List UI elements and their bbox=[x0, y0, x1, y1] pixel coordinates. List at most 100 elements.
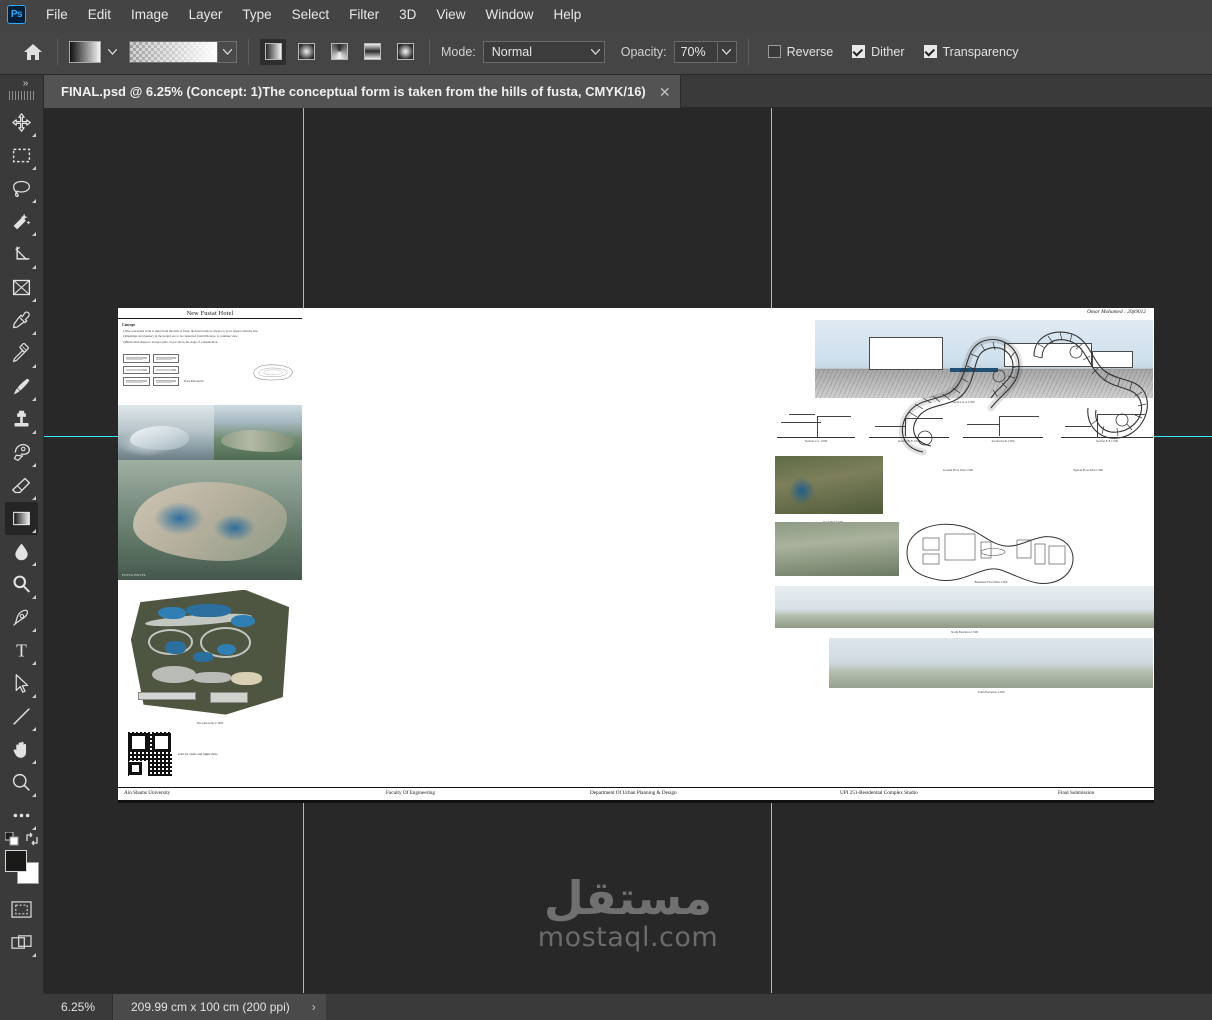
footer-submission: Final Submission bbox=[1058, 790, 1095, 796]
swap-colors-icon[interactable] bbox=[25, 832, 39, 846]
blend-mode-label: Mode: bbox=[441, 44, 476, 59]
dither-checkbox[interactable]: Dither bbox=[852, 45, 905, 59]
menu-window[interactable]: Window bbox=[475, 3, 543, 26]
chevron-right-icon[interactable]: › bbox=[312, 1000, 316, 1014]
zoom-tool[interactable] bbox=[5, 766, 38, 799]
concept-heading: Concept bbox=[122, 323, 135, 327]
history-brush-tool[interactable] bbox=[5, 436, 38, 469]
menu-select[interactable]: Select bbox=[282, 3, 340, 26]
ground-floor-plan-diagram bbox=[898, 336, 1023, 456]
plan-caption: Ground Floor Plan 1:500 bbox=[942, 468, 974, 472]
menu-help[interactable]: Help bbox=[543, 3, 591, 26]
panel-drag-handle[interactable] bbox=[8, 91, 35, 100]
toolbar-bottom-filler bbox=[0, 993, 44, 1020]
board-footer: Ain Shams University Faculty Of Engineer… bbox=[118, 787, 1154, 803]
eraser-tool[interactable] bbox=[5, 469, 38, 502]
section-caption: Section C-C 1:500 bbox=[804, 439, 828, 443]
gradient-type-group bbox=[260, 38, 418, 65]
hills-sketch-icon bbox=[253, 364, 293, 381]
svg-text:T: T bbox=[16, 641, 27, 661]
eyedropper-tool[interactable] bbox=[5, 304, 38, 337]
footer-university: Ain Shams University bbox=[124, 790, 171, 796]
blend-mode-value: Normal bbox=[491, 44, 533, 59]
close-icon[interactable]: ✕ bbox=[658, 85, 672, 99]
lasso-tool[interactable] bbox=[5, 172, 38, 205]
gradient-preset-picker[interactable] bbox=[129, 40, 237, 63]
divider bbox=[747, 38, 749, 65]
transparency-checkbox[interactable]: Transparency bbox=[923, 45, 1018, 59]
rectangular-marquee-tool[interactable] bbox=[5, 139, 38, 172]
blend-mode-select[interactable]: Normal bbox=[482, 40, 605, 63]
gradient-editor-swatch[interactable] bbox=[69, 40, 101, 63]
default-colors-icon[interactable] bbox=[4, 831, 19, 846]
artboard[interactable]: New Fustat Hotel Concept 1)The conceptua… bbox=[118, 308, 1154, 803]
path-selection-tool[interactable] bbox=[5, 667, 38, 700]
menu-filter[interactable]: Filter bbox=[339, 3, 389, 26]
hand-tool[interactable] bbox=[5, 733, 38, 766]
divider bbox=[248, 38, 249, 65]
app-logo-icon[interactable]: Ps bbox=[7, 5, 26, 24]
qr-code[interactable] bbox=[128, 732, 172, 776]
quick-mask-icon[interactable] bbox=[5, 893, 38, 926]
chevron-down-icon[interactable] bbox=[105, 42, 119, 62]
spot-healing-brush-tool[interactable] bbox=[5, 337, 38, 370]
menu-file[interactable]: File bbox=[36, 3, 78, 26]
edit-toolbar-tool[interactable] bbox=[5, 799, 38, 832]
opacity-input[interactable]: 70% bbox=[673, 40, 718, 63]
reflected-gradient-button[interactable] bbox=[359, 39, 385, 65]
double-chevron-right-icon[interactable]: » bbox=[0, 75, 44, 91]
tools-panel: » T bbox=[0, 75, 44, 1020]
menu-view[interactable]: View bbox=[426, 3, 475, 26]
zoom-level[interactable]: 6.25% bbox=[44, 993, 113, 1020]
blur-tool[interactable] bbox=[5, 535, 38, 568]
crop-tool[interactable] bbox=[5, 238, 38, 271]
menu-layer[interactable]: Layer bbox=[179, 3, 233, 26]
home-icon[interactable] bbox=[20, 39, 46, 65]
render-photo-aerial: FUSTA HOTEL bbox=[118, 460, 302, 580]
menu-type[interactable]: Type bbox=[232, 3, 281, 26]
concept-line: 2)Openings and greenery in the project a… bbox=[123, 334, 239, 339]
clone-stamp-tool[interactable] bbox=[5, 403, 38, 436]
move-tool[interactable] bbox=[5, 106, 38, 139]
menu-image[interactable]: Image bbox=[121, 3, 179, 26]
render-photo-exterior bbox=[118, 405, 214, 460]
menu-edit[interactable]: Edit bbox=[78, 3, 121, 26]
dodge-tool[interactable] bbox=[5, 568, 38, 601]
document-tab[interactable]: FINAL.psd @ 6.25% (Concept: 1)The concep… bbox=[44, 75, 681, 108]
reverse-checkbox[interactable]: Reverse bbox=[767, 45, 833, 59]
diamond-gradient-button[interactable] bbox=[392, 39, 418, 65]
board-middle-panel bbox=[302, 308, 773, 803]
footer-faculty: Faculty Of Engineering bbox=[386, 790, 435, 796]
render-photo-aerial-day bbox=[775, 522, 899, 576]
gradient-tool[interactable] bbox=[5, 502, 38, 535]
opacity-stepper[interactable] bbox=[717, 40, 737, 63]
status-bar: 6.25% 209.99 cm x 100 cm (200 ppi) › bbox=[44, 993, 1212, 1020]
checkbox-box bbox=[923, 45, 937, 58]
quick-selection-tool[interactable] bbox=[5, 205, 38, 238]
board-title: New Fustat Hotel bbox=[186, 310, 234, 317]
line-tool[interactable] bbox=[5, 700, 38, 733]
chevron-down-icon[interactable] bbox=[217, 41, 236, 62]
divider bbox=[118, 800, 1154, 803]
checkbox-box bbox=[852, 45, 866, 58]
render-badge: FUSTA HOTEL bbox=[122, 573, 147, 577]
radial-gradient-button[interactable] bbox=[293, 39, 319, 65]
angle-gradient-button[interactable] bbox=[326, 39, 352, 65]
screen-mode-icon[interactable] bbox=[5, 926, 38, 959]
frame-tool[interactable] bbox=[5, 271, 38, 304]
canvas-area[interactable]: New Fustat Hotel Concept 1)The conceptua… bbox=[44, 108, 1212, 993]
menu-3d[interactable]: 3D bbox=[389, 3, 426, 26]
pen-tool[interactable] bbox=[5, 601, 38, 634]
brush-tool[interactable] bbox=[5, 370, 38, 403]
watermark-arabic: مستقل bbox=[543, 871, 713, 926]
color-swatches[interactable] bbox=[4, 850, 39, 884]
elevation-render-north bbox=[775, 586, 1154, 628]
document-size-info[interactable]: 209.99 cm x 100 cm (200 ppi) › bbox=[113, 993, 326, 1020]
photoshop-window: Ps File Edit Image Layer Type Select Fil… bbox=[0, 0, 1212, 1020]
gradient-preview bbox=[130, 41, 217, 62]
horizontal-type-tool[interactable]: T bbox=[5, 634, 38, 667]
footer-department: Department Of Urban Planning & Design bbox=[590, 790, 677, 796]
render-photo-landscape bbox=[214, 405, 302, 460]
foreground-color-swatch[interactable] bbox=[4, 850, 27, 872]
linear-gradient-button[interactable] bbox=[260, 38, 286, 65]
